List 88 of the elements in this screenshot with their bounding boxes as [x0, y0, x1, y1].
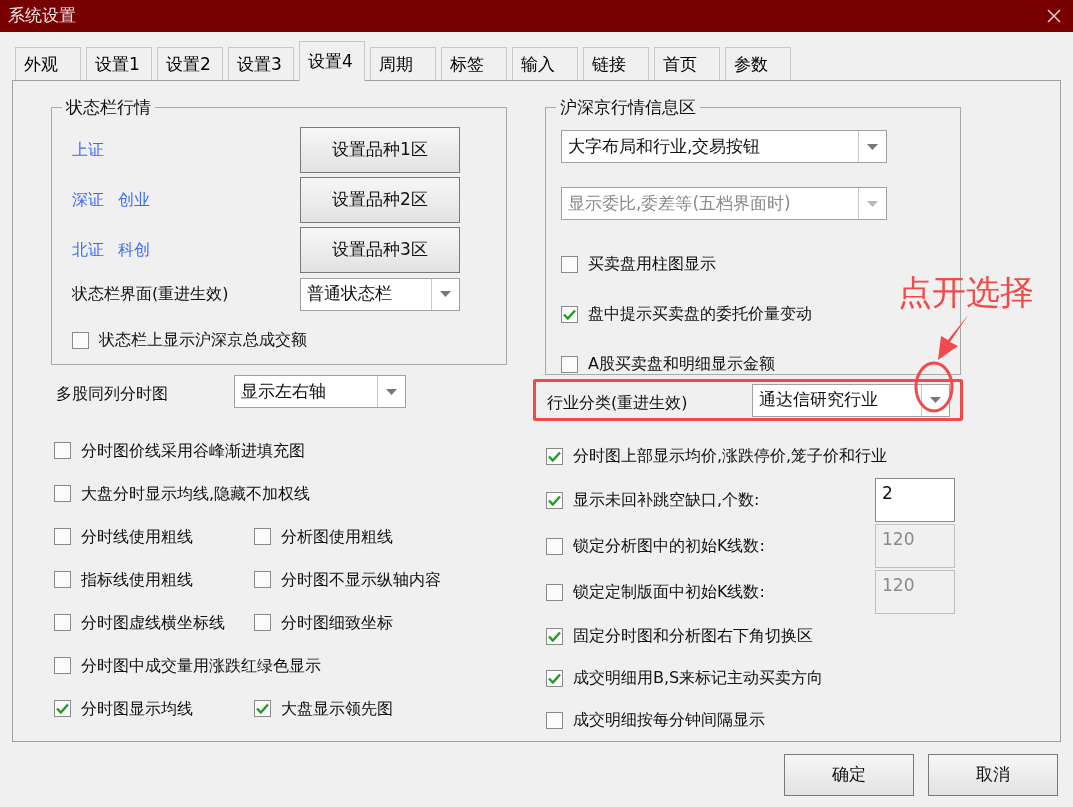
window-title: 系统设置	[8, 4, 76, 28]
option-label: A股买卖盘和明细显示金额	[588, 353, 775, 375]
market-label: 深证	[72, 189, 104, 211]
check-icon	[548, 450, 561, 462]
checkbox[interactable]	[254, 700, 271, 717]
tab[interactable]: 设置3	[228, 47, 294, 80]
checkbox[interactable]	[546, 447, 563, 465]
group-title: 沪深京行情信息区	[556, 96, 700, 118]
check-icon	[548, 630, 561, 642]
tab[interactable]: 输入	[512, 47, 578, 80]
option-label: 成交明细用B,S来标记主动买卖方向	[573, 667, 824, 689]
option-label: 固定分时图和分析图右下角切换区	[573, 625, 813, 647]
checkbox[interactable]	[54, 614, 71, 631]
checkbox[interactable]	[54, 528, 71, 545]
option-label: 锁定定制版面中初始K线数:	[573, 581, 765, 603]
market-label: 创业	[118, 189, 150, 211]
option-label: 分时图不显示纵轴内容	[281, 568, 441, 591]
checkbox[interactable]	[546, 491, 563, 509]
field-label: 行业分类(重进生效)	[547, 392, 688, 414]
field-label: 状态栏界面(重进生效)	[72, 283, 229, 305]
checkbox[interactable]	[54, 571, 71, 588]
caret-icon	[867, 200, 878, 207]
checkbox[interactable]	[54, 657, 71, 674]
tab[interactable]: 外观	[15, 47, 81, 80]
option-label: 买卖盘用柱图显示	[588, 253, 716, 275]
dialog-button[interactable]: 确定	[784, 754, 914, 796]
checkbox[interactable]	[546, 627, 563, 645]
tab[interactable]: 设置1	[86, 47, 152, 80]
option-label: 状态栏上显示沪深京总成交额	[99, 329, 307, 351]
tab[interactable]: 首页	[654, 47, 720, 80]
number-field[interactable]: 2	[875, 478, 955, 522]
dropdown[interactable]: 显示左右轴	[234, 375, 406, 408]
option-label: 锁定分析图中的初始K线数:	[573, 535, 765, 557]
tab[interactable]: 设置2	[157, 47, 223, 80]
checkbox[interactable]	[54, 700, 71, 717]
setup-button[interactable]: 设置品种1区	[300, 127, 460, 173]
option-label: 分时图上部显示均价,涨跌停价,笼子价和行业	[573, 445, 888, 467]
check-icon	[563, 308, 576, 320]
checkbox[interactable]	[72, 331, 89, 349]
setup-button[interactable]: 设置品种3区	[300, 227, 460, 273]
dropdown[interactable]: 通达信研究行业	[752, 383, 950, 417]
option-label: 分时图中成交量用涨跌红绿色显示	[81, 654, 321, 677]
dropdown[interactable]: 普通状态栏	[300, 277, 460, 311]
option-label: 盘中提示买卖盘的委托价量变动	[588, 303, 812, 325]
field-label: 多股同列分时图	[56, 382, 169, 405]
tab[interactable]: 设置4	[299, 41, 365, 81]
group-title: 状态栏行情	[62, 96, 155, 118]
caret-icon	[930, 397, 941, 403]
option-label: 分时图虚线横坐标线	[81, 611, 225, 634]
close-icon[interactable]	[1047, 9, 1061, 23]
tab[interactable]: 参数	[725, 47, 791, 80]
checkbox[interactable]	[561, 255, 578, 273]
option-label: 指标线使用粗线	[81, 568, 193, 591]
market-label: 科创	[118, 239, 150, 261]
checkbox[interactable]	[54, 442, 71, 459]
check-icon	[256, 703, 269, 714]
option-label: 分时图价线采用谷峰渐进填充图	[81, 439, 305, 462]
checkbox[interactable]	[546, 711, 563, 729]
checkbox[interactable]	[254, 614, 271, 631]
caret-icon	[440, 291, 451, 297]
option-label: 显示未回补跳空缺口,个数:	[573, 489, 760, 511]
annotation-text: 点开选择	[898, 272, 1034, 312]
tab[interactable]: 链接	[583, 47, 649, 80]
check-icon	[548, 494, 561, 506]
option-label: 分时线使用粗线	[81, 525, 193, 548]
checkbox[interactable]	[561, 305, 578, 323]
tab[interactable]: 标签	[441, 47, 507, 80]
option-label: 分时图细致坐标	[281, 611, 393, 634]
dialog-button[interactable]: 取消	[928, 754, 1058, 796]
market-label: 上证	[72, 139, 104, 161]
checkbox[interactable]	[54, 485, 71, 502]
option-label: 分析图使用粗线	[281, 525, 393, 548]
tab[interactable]: 周期	[370, 47, 436, 80]
option-label: 分时图显示均线	[81, 697, 193, 720]
option-label: 大盘分时显示均线,隐藏不加权线	[81, 482, 311, 505]
market-label: 北证	[72, 239, 104, 261]
option-label: 大盘显示领先图	[281, 697, 393, 720]
checkbox[interactable]	[254, 528, 271, 545]
option-label: 成交明细按每分钟间隔显示	[573, 709, 765, 731]
checkbox[interactable]	[546, 669, 563, 687]
check-icon	[548, 672, 561, 684]
check-icon	[56, 703, 69, 714]
dropdown[interactable]: 大字布局和行业,交易按钮	[561, 130, 887, 163]
checkbox[interactable]	[561, 355, 578, 373]
caret-icon	[867, 143, 878, 150]
setup-button[interactable]: 设置品种2区	[300, 177, 460, 223]
caret-icon	[386, 388, 397, 395]
checkbox[interactable]	[254, 571, 271, 588]
